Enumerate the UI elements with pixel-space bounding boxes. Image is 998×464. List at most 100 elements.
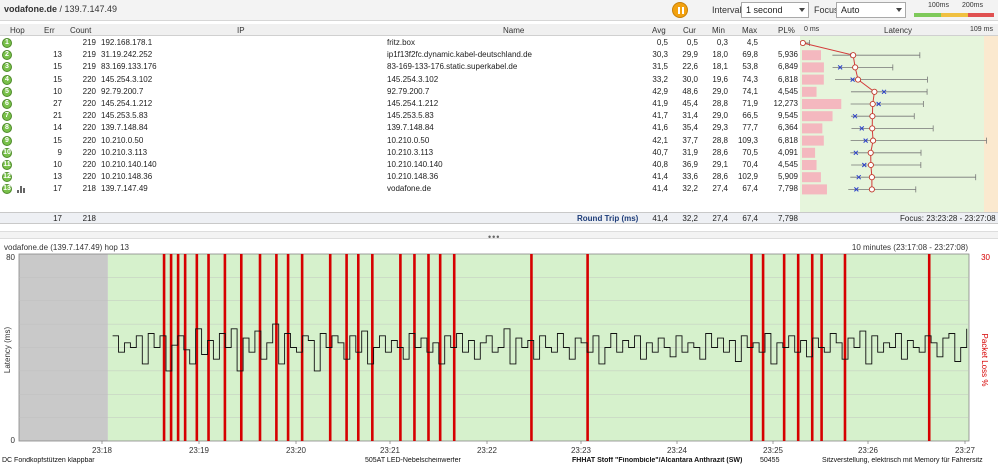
average-point [854,76,862,83]
cell-min: 29,0 [712,86,728,96]
hop-status-icon: 2 [2,50,12,61]
cell-err: 15 [53,135,62,145]
cell-min: 18,0 [712,50,728,60]
target-host: vodafone.de [4,4,58,14]
cell-avg: 30,3 [652,50,668,60]
packet-loss-bar [802,111,833,122]
cell-avg: 33,2 [652,74,668,84]
col-cur[interactable]: Cur [683,26,696,35]
cell-cur: 0,5 [686,38,698,47]
cell-err: 10 [53,86,62,96]
cell-max: 74,3 [742,74,758,84]
focus-select[interactable]: Auto [836,2,906,18]
hop-status-icon: 6 [2,99,12,109]
cell-err: 27 [53,99,62,108]
cell-pl: 7,798 [777,184,798,194]
x-tick-label: 23:27 [955,446,976,455]
window-title: vodafone.de / 139.7.147.49 [4,4,117,14]
bar-graph-icon [17,186,25,194]
packet-loss-mark [162,254,166,441]
col-min[interactable]: Min [712,26,725,35]
scale-bar-bad [968,13,994,17]
packet-loss-mark [927,254,931,441]
col-name[interactable]: Name [503,26,524,35]
summary-max: 67,4 [742,214,758,223]
cell-max: 67,4 [742,184,758,194]
packet-loss-bar [802,62,824,73]
cell-err: 21 [53,111,62,121]
packet-loss-mark [286,254,290,441]
scale-label-100: 100ms [928,2,950,9]
cell-max: 70,5 [742,147,758,157]
cell-avg: 40,8 [652,160,668,169]
cell-avg: 41,4 [652,172,668,182]
cell-cur: 30,0 [682,74,698,84]
average-point [868,186,875,193]
cell-count: 219 [82,62,96,72]
col-err[interactable]: Err [44,26,55,35]
cell-pl: 6,849 [777,62,798,72]
cell-max: 109,3 [737,135,758,145]
col-max[interactable]: Max [742,26,757,35]
cell-name: 92.79.200.7 [387,86,430,96]
x-tick-label: 23:26 [858,446,879,455]
col-ip[interactable]: IP [237,26,245,35]
cell-min: 28,6 [712,172,728,182]
cell-count: 220 [82,172,96,182]
pause-button[interactable] [672,2,688,18]
cell-max: 71,9 [742,99,758,108]
col-latency[interactable]: Latency [884,26,912,35]
cell-max: 77,7 [742,123,758,133]
x-tick-label: 23:20 [286,446,307,455]
cell-max: 69,8 [742,50,758,60]
timeline-chart[interactable]: 23:18 23:19 23:20 23:21 23:22 23:23 23:24 23:25… [0,250,998,456]
summary-err: 17 [53,214,62,223]
cell-pl: 5,909 [777,172,798,182]
x-tick-label: 23:19 [189,446,210,455]
packet-loss-bar [802,184,827,195]
latency-scale-legend: 100ms 200ms [914,1,994,19]
cell-err: 17 [53,184,62,194]
col-hop[interactable]: Hop [10,26,25,35]
y-tick-80: 80 [6,253,15,262]
cell-max: 74,1 [742,86,758,96]
summary-row: 17 218 Round Trip (ms) 41,4 32,2 27,4 67… [0,212,998,224]
cell-cur: 36,9 [682,160,698,169]
hop-status-icon: 7 [2,111,12,122]
cell-name: vodafone.de [387,184,432,194]
average-point [868,174,875,181]
col-pl[interactable]: PL% [778,26,795,35]
focus-range: Focus: 23:23:28 - 23:27:08 [900,214,996,223]
col-count[interactable]: Count [70,26,91,35]
cell-avg: 41,6 [652,123,668,133]
packet-loss-bar [802,123,823,134]
drag-handle-icon: ••• [488,232,501,242]
cell-avg: 0,5 [656,38,668,47]
cell-ip: 139.7.148.84 [101,123,148,133]
hop-status-icon: 8 [2,123,12,134]
cell-name: 10.210.148.36 [387,172,439,182]
col-avg[interactable]: Avg [652,26,666,35]
cell-name: ip1f13f2fc.dynamic.kabel-deutschland.de [387,50,532,60]
cell-max: 70,4 [742,160,758,169]
cell-cur: 33,6 [682,172,698,182]
packet-loss-mark [530,254,533,441]
target-ip: / 139.7.147.49 [57,4,118,14]
cell-ip: 10.210.148.36 [101,172,153,182]
cell-max: 4,5 [746,38,758,47]
y-tick-0: 0 [11,436,16,445]
cell-err: 13 [53,50,62,60]
cell-name: 10.210.0.50 [387,135,430,145]
scale-bar-warn [941,13,968,17]
y-axis-label: Latency (ms) [3,327,12,374]
cell-min: 29,1 [712,160,728,169]
summary-cur: 32,2 [682,214,698,223]
pane-splitter[interactable]: ••• [0,231,998,242]
cell-count: 220 [82,135,96,145]
packet-loss-mark [796,254,800,441]
x-tick-label: 23:23 [571,446,592,455]
interval-select[interactable]: 1 second [741,2,809,18]
cell-pl: 4,545 [777,160,798,169]
cell-max: 66,5 [742,111,758,121]
cell-name: fritz.box [387,38,416,47]
